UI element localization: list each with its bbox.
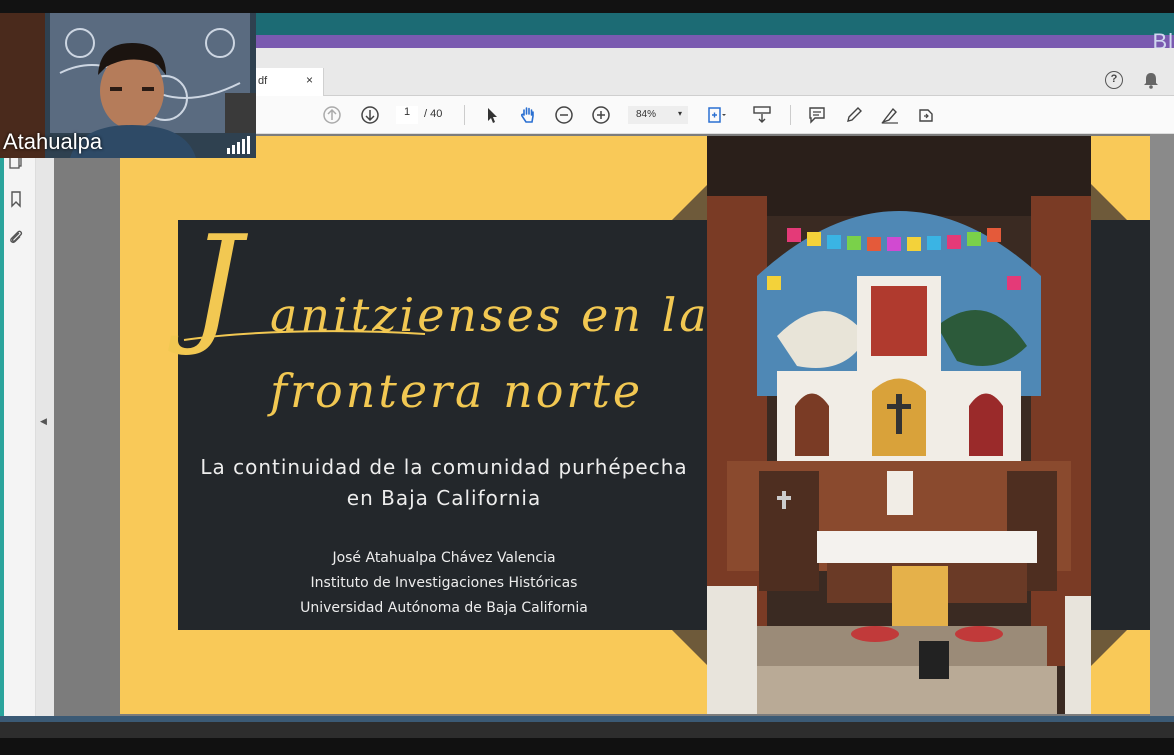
close-icon[interactable]: × bbox=[306, 73, 313, 87]
bottom-black-bar bbox=[0, 738, 1174, 755]
pen-icon[interactable] bbox=[844, 105, 864, 125]
bookmark-icon[interactable] bbox=[7, 190, 25, 208]
decorative-corner bbox=[1091, 630, 1127, 666]
slide-author-block: José Atahualpa Chávez Valencia Instituto… bbox=[180, 546, 708, 621]
author-name: José Atahualpa Chávez Valencia bbox=[332, 550, 556, 566]
participant-name: Atahualpa bbox=[3, 129, 103, 154]
zoom-select[interactable]: 84% ▾ bbox=[628, 106, 688, 124]
pdf-toolbar: 1 / 40 84% ▾ bbox=[256, 96, 1174, 134]
page-number-input[interactable]: 1 bbox=[396, 106, 418, 124]
toolbar-divider bbox=[790, 105, 791, 125]
comment-icon[interactable] bbox=[807, 105, 827, 125]
decorative-corner bbox=[672, 630, 708, 666]
decorative-corner bbox=[672, 184, 708, 220]
tab-title: df bbox=[258, 75, 268, 87]
slide-title-line2: frontera norte bbox=[270, 364, 644, 418]
chevron-left-icon[interactable]: ◀ bbox=[40, 416, 47, 427]
slide-subtitle: La continuidad de la comunidad purhépech… bbox=[180, 452, 708, 514]
screen: Bl df × ? 1 / 40 84% ▾ ◀ J anitzienses e… bbox=[0, 0, 1174, 755]
right-dark-panel bbox=[1091, 220, 1150, 630]
page-down-icon[interactable] bbox=[360, 105, 380, 125]
purple-band bbox=[256, 35, 1174, 48]
browser-tab-bar: df × ? bbox=[256, 48, 1174, 96]
scrollbar[interactable] bbox=[1150, 134, 1174, 716]
page-total: / 40 bbox=[424, 108, 443, 120]
author-university: Universidad Autónoma de Baja California bbox=[300, 600, 588, 616]
decorative-corner bbox=[1091, 184, 1127, 220]
fit-page-icon[interactable] bbox=[706, 105, 726, 125]
zoom-value: 84% bbox=[636, 109, 657, 120]
title-flourish bbox=[183, 330, 426, 341]
subtitle-line2: en Baja California bbox=[346, 486, 542, 510]
attachment-icon[interactable] bbox=[7, 228, 25, 246]
select-cursor-icon[interactable] bbox=[482, 105, 502, 125]
top-strip bbox=[0, 0, 1174, 13]
hand-tool-icon[interactable] bbox=[518, 105, 538, 125]
church-altar-photo bbox=[707, 136, 1091, 714]
help-icon[interactable]: ? bbox=[1105, 71, 1123, 89]
sidebar-collapse-strip[interactable]: ◀ bbox=[36, 134, 54, 716]
toolbar-divider bbox=[464, 105, 465, 125]
author-institute: Instituto de Investigaciones Históricas bbox=[310, 575, 578, 591]
zoom-in-icon[interactable] bbox=[591, 105, 611, 125]
scroll-mode-icon[interactable] bbox=[752, 105, 772, 125]
zoom-out-icon[interactable] bbox=[554, 105, 574, 125]
subtitle-line1: La continuidad de la comunidad purhépech… bbox=[200, 455, 688, 479]
bell-icon[interactable] bbox=[1141, 70, 1161, 90]
page-up-icon[interactable] bbox=[322, 105, 342, 125]
pdf-page-slide: J anitzienses en la frontera norte La co… bbox=[120, 136, 1150, 714]
participant-video[interactable]: Atahualpa bbox=[0, 13, 256, 158]
chevron-down-icon: ▾ bbox=[677, 109, 682, 118]
pdf-sidebar bbox=[0, 134, 36, 716]
pdf-tab[interactable]: df × bbox=[256, 68, 324, 96]
teal-edge bbox=[0, 134, 4, 716]
bottom-dark-bar bbox=[0, 722, 1174, 738]
share-icon[interactable] bbox=[916, 105, 936, 125]
signal-strength-icon bbox=[227, 136, 250, 154]
sign-icon[interactable] bbox=[880, 105, 900, 125]
